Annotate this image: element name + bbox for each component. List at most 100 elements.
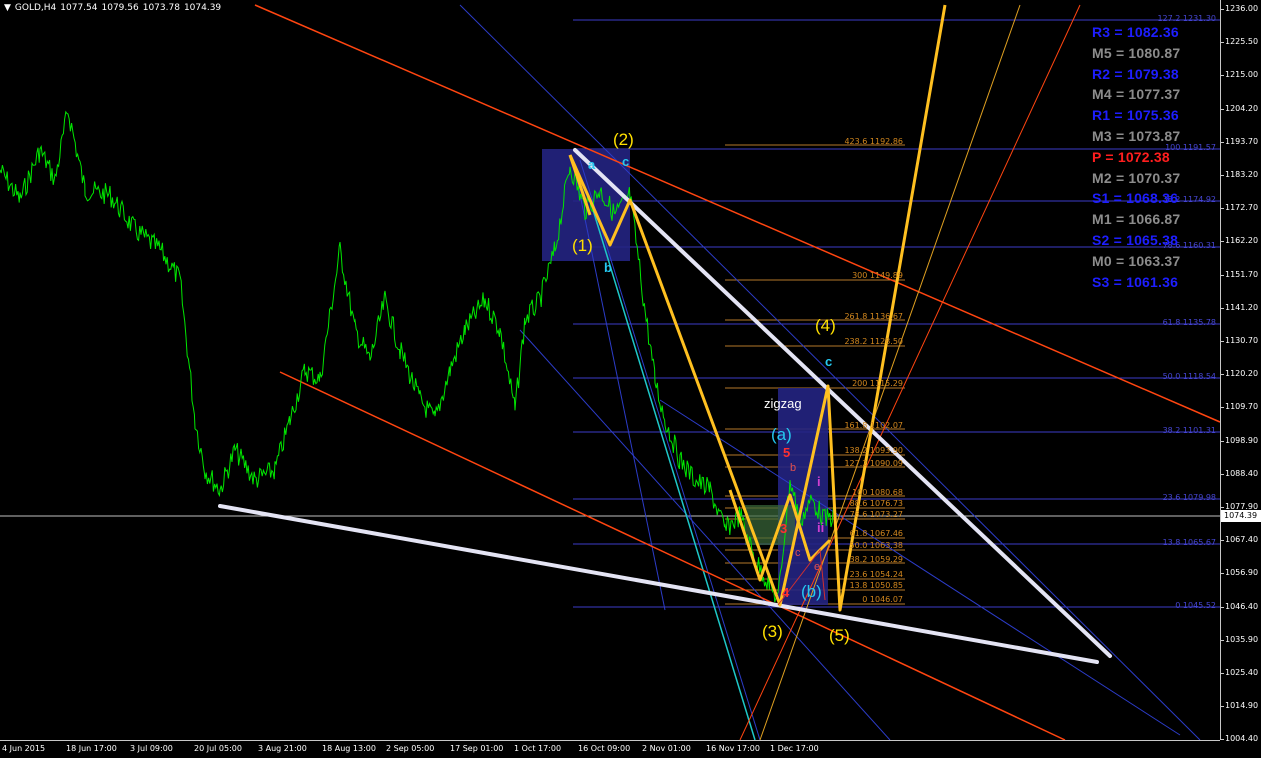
price-tick: 1162.20 [1219,236,1259,246]
sub-label-c-wave4: c [825,354,833,369]
ohlc-open: 1077.54 [60,3,98,13]
fibo-retracement-label: 13.8 1065.67 [1162,538,1216,547]
time-tick: 2 Sep 05:00 [386,744,435,753]
pivot-level: R1 = 1075.36 [1092,107,1179,124]
wave-label-1: (1) [572,236,593,255]
pivot-level: M1 = 1066.87 [1092,211,1181,228]
triangle-box [745,505,795,545]
time-tick: 3 Jul 09:00 [130,744,173,753]
price-tick: 1151.70 [1219,269,1259,279]
pivot-level: R3 = 1082.36 [1092,24,1179,40]
time-tick: 18 Jun 17:00 [66,744,117,753]
price-tick: 1088.40 [1219,468,1259,478]
fibo-expansion-label: 0 1046.07 [862,595,903,604]
price-tick: 1035.90 [1219,634,1259,644]
price-tick: 1172.70 [1219,203,1259,213]
sub-label-b: b [604,260,612,275]
fibo-expansion-label: 238.2 1128.50 [844,337,903,346]
price-tick: 1225.50 [1219,37,1259,47]
wave-label-2: (2) [613,130,634,149]
price-tick: 1141.20 [1219,302,1259,312]
fibo-expansion-label: 261.8 1136.67 [844,312,903,321]
price-axis[interactable]: 1236.00 1225.50 1215.00 1204.20 1193.70 1183.… [1219,0,1261,744]
chart-area[interactable]: ▼ GOLD,H4 1077.54 1079.56 1073.78 1074.39 127… [0,0,1220,740]
sub-label-5: 5 [783,445,791,460]
time-tick: 20 Jul 05:00 [194,744,242,753]
pivot-level: M5 = 1080.87 [1092,44,1181,61]
pivot-levels-panel: R3 = 1082.36 M5 = 1080.87 R2 = 1079.38 M4 =… [1092,24,1222,294]
price-tick: 1215.00 [1219,70,1259,80]
fibo-retracement-label: 127.2 1231.30 [1157,14,1216,23]
sub-label-3: 3 [780,521,788,536]
time-tick: 4 Jun 2015 [2,744,46,753]
wave-label-5: (5) [829,626,850,645]
wave-label-4: (4) [815,316,836,335]
sub-label-e: e [814,561,821,573]
fibo-retracement-label: 61.8 1135.78 [1162,318,1216,327]
time-tick: 18 Aug 13:00 [322,744,376,753]
price-tick: 1056.90 [1219,568,1259,578]
fibo-expansion-label: 50.0 1063.38 [849,541,903,550]
pivot-level: S2 = 1065.38 [1092,231,1179,248]
pivot-level: M0 = 1063.37 [1092,252,1181,269]
fibo-expansion-label: 138.2 1093.90 [844,446,903,455]
time-tick: 17 Sep 01:00 [450,744,504,753]
ohlc-high: 1079.56 [101,3,139,13]
fibo-expansion-label: 161.8 1102.07 [844,421,903,430]
current-price-tag: 1074.39 [1221,510,1261,522]
channel-lines [254,4,1220,740]
wave-label-b: (b) [801,582,822,601]
fibo-retracement-label: 50.0 1118.54 [1162,372,1216,381]
pivot-level: M4 = 1077.37 [1092,86,1181,103]
wave-label-3: (3) [762,622,783,641]
symbol-header: ▼ GOLD,H4 1077.54 1079.56 1073.78 1074.39 [4,3,225,13]
time-tick: 16 Nov 17:00 [706,744,760,753]
fibo-expansion-label: 127.2 1090.09 [844,459,903,468]
pivot-level: M3 = 1073.87 [1092,127,1181,144]
sub-label-4: 4 [782,585,790,600]
dropdown-arrow-icon[interactable]: ▼ [4,3,11,13]
fibo-expansion-label: 78.6 1073.27 [849,510,903,519]
fibo-expansion-label: 423.6 1192.86 [844,137,903,146]
time-axis[interactable]: 4 Jun 2015 18 Jun 17:00 3 Jul 09:00 20 Jul … [0,740,1220,758]
sub-label-ii: ii [817,520,825,535]
pivot-level: R2 = 1079.38 [1092,65,1179,82]
time-tick: 2 Nov 01:00 [642,744,691,753]
time-tick: 1 Oct 17:00 [514,744,562,753]
pivot-level: S1 = 1068.36 [1092,190,1179,207]
price-tick: 1004.40 [1219,734,1259,744]
fibo-expansion-label: 23.6 1054.24 [849,570,903,579]
time-tick: 16 Oct 09:00 [578,744,631,753]
price-tick: 1120.20 [1219,369,1259,379]
price-tick: 1193.70 [1219,136,1259,146]
price-tick: 1183.20 [1219,170,1259,179]
price-tick: 1236.00 [1219,4,1259,13]
fibo-expansion-label: 100 1080.68 [852,488,903,497]
zigzag-label: zigzag [764,396,802,411]
price-tick: 1014.90 [1219,701,1259,711]
ohlc-close: 1074.39 [183,3,222,13]
fibo-retracement-label: 38.2 1101.31 [1162,426,1216,435]
sub-label-a-top: a [588,157,596,172]
price-tick: 1130.70 [1219,336,1259,345]
pivot-level: P = 1072.38 [1092,148,1170,165]
price-chart[interactable] [0,0,1220,740]
fibo-expansion-label: 200 1115.29 [852,379,903,388]
price-tick: 1025.40 [1219,668,1259,677]
sub-label-i: i [817,474,821,489]
wave-label-a: (a) [771,425,792,444]
price-tick: 1204.20 [1219,103,1259,113]
price-tick: 1046.40 [1219,601,1259,611]
time-tick: 1 Dec 17:00 [770,744,819,753]
fibo-retracement-label: 23.6 1079.98 [1162,493,1216,502]
sub-label-c-top: c [622,154,630,169]
fibo-expansion-label: 88.6 1076.73 [849,499,903,508]
ohlc-low: 1073.78 [142,3,180,13]
sub-label-b-small: b [790,462,797,474]
sub-label-c-small: c [795,547,801,559]
symbol-name: GOLD,H4 [14,3,57,13]
fibo-expansion-label: 38.2 1059.29 [849,555,903,564]
fibo-expansion-label: 300 1149.89 [852,271,903,280]
fibo-retracement-label: 0 1045.52 [1175,601,1216,610]
price-series [0,110,836,603]
